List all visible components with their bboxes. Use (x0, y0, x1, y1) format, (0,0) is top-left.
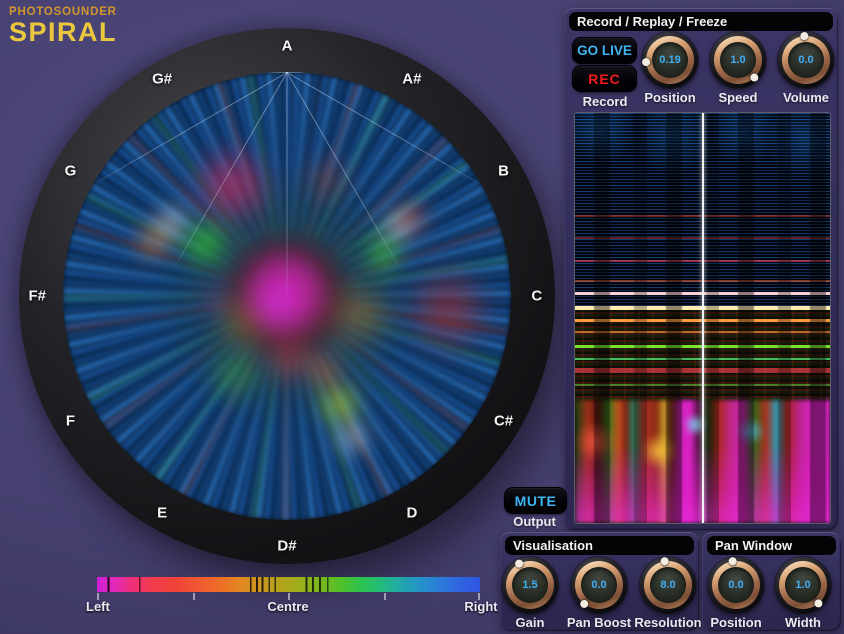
pan-legend-bar (97, 577, 480, 592)
note-label-g-sharp: G# (152, 71, 172, 88)
visualisation-panel: Visualisation 1.5 Gain 0.0 Pan Boost 8.0 (500, 532, 699, 631)
knob-indicator-dot (728, 557, 737, 566)
knob-indicator-dot (579, 598, 590, 609)
pan-position-knob-label: Position (710, 615, 761, 630)
knob-indicator-dot (800, 32, 809, 41)
spiral-wheel: A A# B C C# D D# E F F# G G# (19, 28, 555, 564)
pan-window-panel-title: Pan Window (707, 536, 836, 555)
speed-knob[interactable]: 1.0 (710, 32, 766, 88)
pan-position-knob-unit: 0.0 Position (700, 557, 772, 630)
record-panel: Record / Replay / Freeze GO LIVE REC Rec… (564, 8, 838, 530)
legend-label-left: Left (86, 599, 110, 614)
go-live-button[interactable]: GO LIVE (572, 37, 637, 64)
playhead (702, 113, 704, 523)
app-window: PHOTOSOUNDER SPIRAL A A# B C C# D D# E F… (0, 0, 844, 634)
legend-label-centre: Centre (267, 599, 308, 614)
knob-indicator-dot (749, 72, 760, 83)
spiral-visualizer (63, 72, 511, 520)
pan-width-knob-unit: 1.0 Width (767, 557, 839, 630)
note-label-c: C (531, 288, 542, 305)
resolution-knob-label: Resolution (634, 615, 701, 630)
pan-boost-knob[interactable]: 0.0 (571, 557, 627, 613)
position-knob-unit: 0.19 Position (634, 32, 706, 105)
spectrogram-display[interactable] (574, 112, 831, 524)
note-label-f-sharp: F# (28, 288, 46, 305)
pan-boost-knob-unit: 0.0 Pan Boost (563, 557, 635, 630)
note-label-e: E (157, 504, 167, 521)
pan-width-knob[interactable]: 1.0 (775, 557, 831, 613)
position-knob[interactable]: 0.19 (642, 32, 698, 88)
pan-position-knob[interactable]: 0.0 (708, 557, 764, 613)
knob-indicator-dot (514, 558, 525, 569)
gain-knob-unit: 1.5 Gain (494, 557, 566, 630)
pan-window-panel: Pan Window 0.0 Position 1.0 Width (702, 532, 841, 631)
note-label-a-sharp: A# (402, 71, 421, 88)
record-caption: Record (566, 94, 644, 109)
volume-knob[interactable]: 0.0 (778, 32, 834, 88)
note-label-b: B (498, 163, 509, 180)
output-caption: Output (504, 514, 565, 529)
note-label-d: D (406, 504, 417, 521)
mute-button[interactable]: MUTE (504, 487, 567, 514)
volume-knob-label: Volume (783, 90, 829, 105)
note-label-d-sharp: D# (277, 537, 296, 554)
legend-tick (384, 593, 386, 600)
rec-button[interactable]: REC (572, 65, 637, 92)
knob-indicator-dot (660, 557, 669, 566)
note-label-c-sharp: C# (494, 412, 513, 429)
resolution-knob[interactable]: 8.0 (640, 557, 696, 613)
volume-knob-unit: 0.0 Volume (770, 32, 842, 105)
knob-indicator-dot (642, 58, 651, 67)
gain-knob[interactable]: 1.5 (502, 557, 558, 613)
knob-indicator-dot (813, 598, 824, 609)
note-label-g: G (65, 163, 77, 180)
legend-tick (193, 593, 195, 600)
record-panel-title: Record / Replay / Freeze (569, 12, 833, 31)
brand-name-text: SPIRAL (9, 18, 117, 46)
legend-label-right: Right (464, 599, 497, 614)
position-knob-label: Position (644, 90, 695, 105)
brand-logo: PHOTOSOUNDER SPIRAL (9, 6, 117, 46)
note-label-a: A (282, 38, 293, 55)
note-label-f: F (66, 412, 75, 429)
speed-knob-unit: 1.0 Speed (702, 32, 774, 105)
resolution-knob-unit: 8.0 Resolution (632, 557, 704, 630)
